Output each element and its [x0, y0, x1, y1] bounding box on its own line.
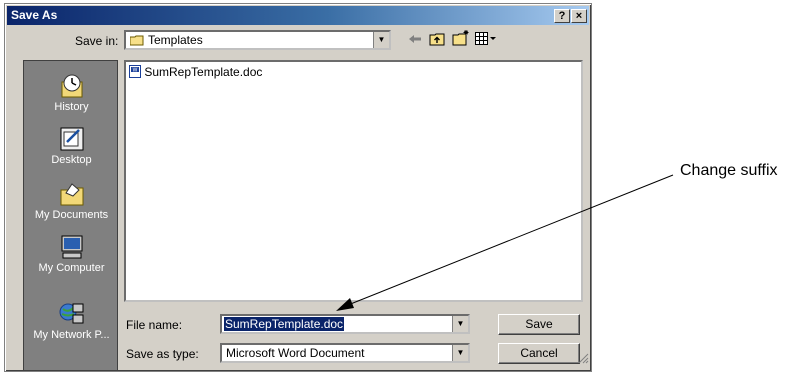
annotation-arrow — [336, 174, 674, 311]
annotation-label: Change suffix — [680, 162, 778, 179]
